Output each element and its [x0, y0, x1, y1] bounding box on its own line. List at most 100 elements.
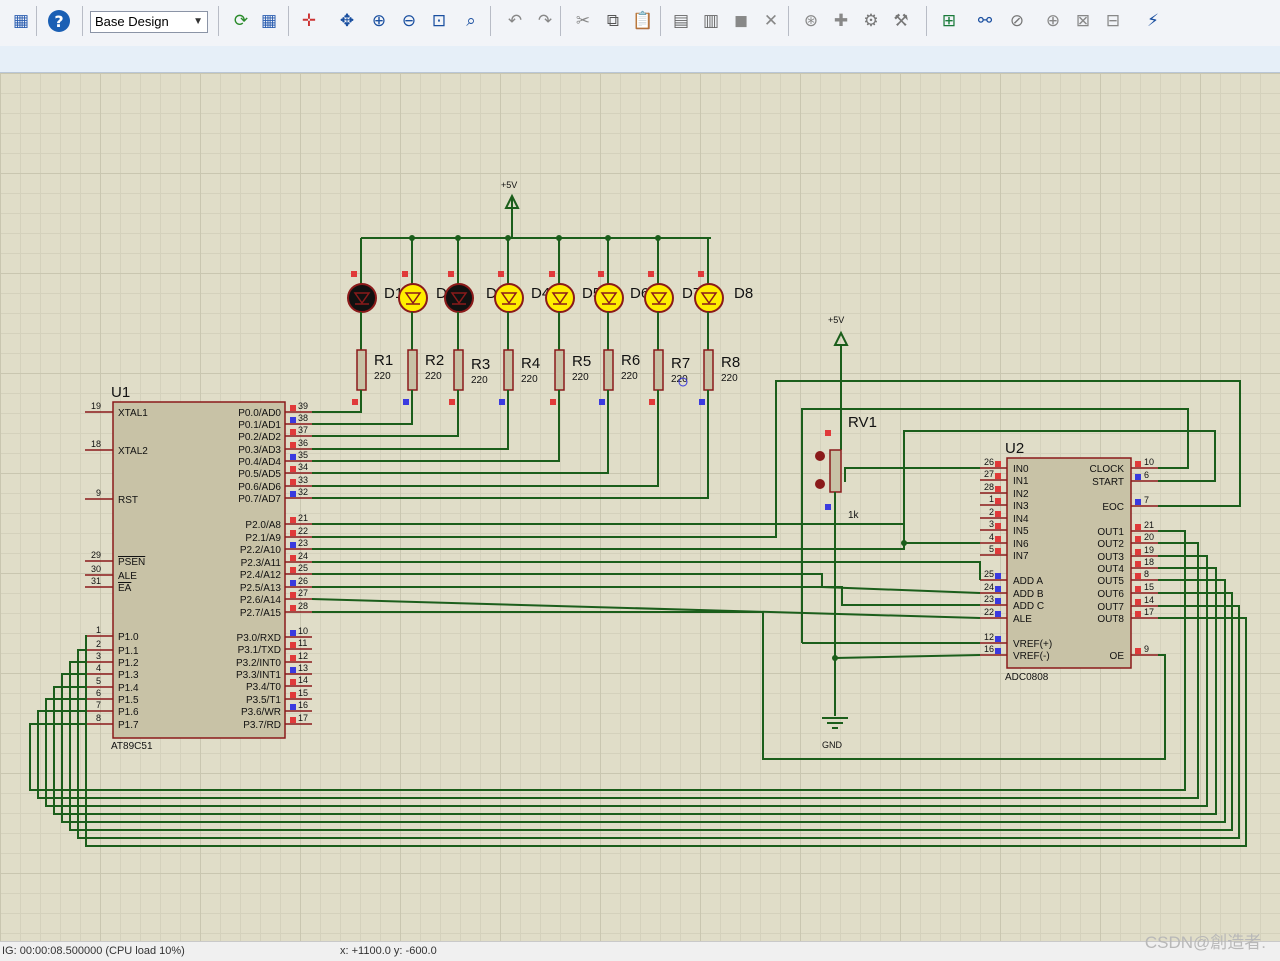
- property-assignment-icon[interactable]: ⊘: [1004, 8, 1030, 34]
- u2-pin-number: 22: [984, 607, 994, 617]
- bill-of-materials-icon[interactable]: ⚡: [1140, 8, 1166, 34]
- pin-state-marker: [290, 679, 296, 685]
- refresh-icon[interactable]: ⟳: [228, 8, 254, 34]
- redo-icon[interactable]: ↷: [532, 8, 558, 34]
- pin-state-marker: [825, 504, 831, 510]
- pin-state-marker: [995, 473, 1001, 479]
- u1-pin-number: 35: [298, 450, 308, 460]
- u1-pin-name: P1.0: [118, 632, 139, 643]
- u1-pin-number: 27: [298, 588, 308, 598]
- u2-pin-name: IN4: [1013, 514, 1029, 525]
- u2-pin-name: ALE: [1013, 614, 1032, 625]
- pin-state-marker: [648, 271, 654, 277]
- u1-pin-number: 1: [96, 625, 101, 635]
- schematic-canvas[interactable]: U1 AT89C51 19 XTAL1 18 XTAL2 9 RST 29 PSEN 30 ALE 31…: [0, 73, 1280, 941]
- pin-state-marker: [448, 271, 454, 277]
- goto-sheet-icon[interactable]: ⊟: [1100, 8, 1126, 34]
- new-sheet-icon[interactable]: ⊕: [1040, 8, 1066, 34]
- p0-wire: [312, 390, 709, 499]
- u1-pin-number: 26: [298, 576, 308, 586]
- pin-state-marker: [995, 573, 1001, 579]
- schematic-svg: U1AT89C5119XTAL118XTAL29RST29PSEN30ALE31…: [29, 180, 1247, 847]
- u1-pin-name: P0.3/AD3: [238, 445, 281, 456]
- report-icon[interactable]: ▦: [8, 8, 34, 34]
- u1-pin-name: P3.4/T0: [246, 682, 281, 693]
- junction-dot: [605, 235, 611, 241]
- block-move-icon[interactable]: ▥: [698, 8, 724, 34]
- u1-pin-name: RST: [118, 495, 138, 506]
- zoom-area-icon[interactable]: ⌕: [458, 8, 484, 34]
- block-copy-icon[interactable]: ▤: [668, 8, 694, 34]
- toolbar-separator: [82, 6, 83, 36]
- remove-sheet-icon[interactable]: ⊠: [1070, 8, 1096, 34]
- led-D6: [594, 283, 624, 313]
- u2-pin-name: ADD A: [1013, 576, 1043, 587]
- block-delete-icon[interactable]: ✕: [758, 8, 784, 34]
- pin-state-marker: [649, 399, 655, 405]
- undo-icon[interactable]: ↶: [502, 8, 528, 34]
- u1-pin-name: P0.4/AD4: [238, 457, 281, 468]
- u2-pin-number: 18: [1144, 557, 1154, 567]
- wire: [312, 573, 981, 594]
- u2-pin-number: 8: [1144, 569, 1149, 579]
- resistor-ref: R7: [671, 355, 690, 372]
- u2-pin-number: 15: [1144, 582, 1154, 592]
- u2-pin-number: 25: [984, 569, 994, 579]
- pin-state-marker: [290, 442, 296, 448]
- pin-state-marker: [290, 454, 296, 460]
- u2-pin-number: 14: [1144, 595, 1154, 605]
- paste-icon[interactable]: 📋: [630, 8, 656, 34]
- layer-select[interactable]: Base Design ▼: [90, 11, 208, 33]
- pin-state-marker: [549, 271, 555, 277]
- gnd-label: GND: [822, 740, 843, 750]
- search-tag-icon[interactable]: ⚯: [972, 8, 998, 34]
- u2-pin-number: 19: [1144, 545, 1154, 555]
- wire-autorouter-icon[interactable]: ⊞: [936, 8, 962, 34]
- make-device-icon[interactable]: ✚: [828, 8, 854, 34]
- pick-device-icon[interactable]: ⊛: [798, 8, 824, 34]
- pin-state-marker: [995, 461, 1001, 467]
- pin-state-marker: [290, 692, 296, 698]
- u1-pin-number: 8: [96, 713, 101, 723]
- copy-icon[interactable]: ⧉: [600, 8, 626, 34]
- junction-dot: [556, 235, 562, 241]
- pin-state-marker: [290, 704, 296, 710]
- u2-pin-number: 9: [1144, 644, 1149, 654]
- decompose-icon[interactable]: ⚒: [888, 8, 914, 34]
- block-rotate-icon[interactable]: ◼: [728, 8, 754, 34]
- rv1-inc-button: [815, 479, 825, 489]
- rv1-value: 1k: [848, 510, 860, 521]
- u1-pin-name: P3.5/T1: [246, 695, 281, 706]
- zoom-out-icon[interactable]: ⊖: [396, 8, 422, 34]
- grid-icon[interactable]: ▦: [256, 8, 282, 34]
- origin-icon[interactable]: ✛: [296, 8, 322, 34]
- simulation-time: IG: 00:00:08.500000 (CPU load 10%): [2, 945, 185, 957]
- ale-wire: [311, 598, 981, 619]
- pin-state-marker: [290, 542, 296, 548]
- pin-state-marker: [290, 530, 296, 536]
- u1-pin-name: P2.2/A10: [240, 545, 282, 556]
- u2-pin-number: 3: [989, 519, 994, 529]
- pin-state-marker: [995, 486, 1001, 492]
- help-icon[interactable]: ?: [48, 10, 70, 32]
- cut-icon[interactable]: ✂: [570, 8, 596, 34]
- u1-pin-number: 14: [298, 675, 308, 685]
- junction-dot: [901, 540, 907, 546]
- pin-state-marker: [290, 630, 296, 636]
- zoom-in-icon[interactable]: ⊕: [366, 8, 392, 34]
- u2-pin-number: 17: [1144, 607, 1154, 617]
- u2-part: ADC0808: [1005, 672, 1049, 683]
- pin-state-marker: [1135, 524, 1141, 530]
- cursor-coordinates: x: +1100.0 y: -600.0: [340, 945, 437, 957]
- packaging-tool-icon[interactable]: ⚙: [858, 8, 884, 34]
- pin-state-marker: [290, 667, 296, 673]
- zoom-all-icon[interactable]: ⊡: [426, 8, 452, 34]
- wire: [312, 561, 981, 580]
- u1-part: AT89C51: [111, 741, 153, 752]
- pin-state-marker: [1135, 536, 1141, 542]
- u1-pin-name: P3.1/TXD: [238, 645, 281, 656]
- u1-pin-number: 19: [91, 401, 101, 411]
- pan-icon[interactable]: ✥: [334, 8, 360, 34]
- resistor-value: 220: [721, 373, 738, 384]
- led-D5: [545, 283, 575, 313]
